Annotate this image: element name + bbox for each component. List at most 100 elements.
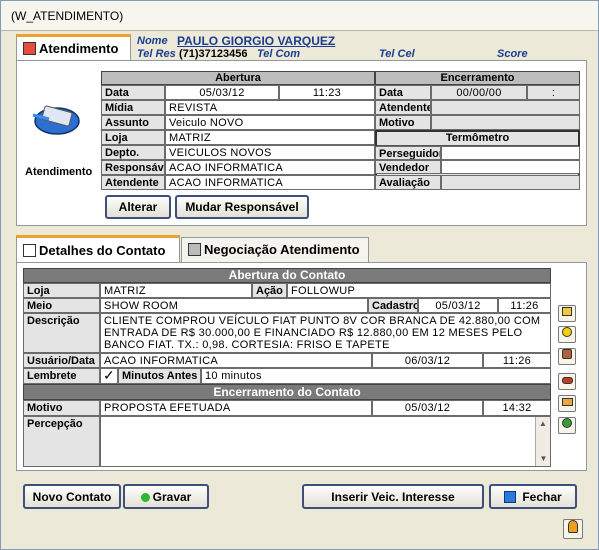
abertura-data-label: Data xyxy=(101,85,165,100)
tab-detalhes-contato[interactable]: Detalhes do Contato xyxy=(16,235,180,263)
negociacao-tab-icon xyxy=(188,243,201,256)
scroll-up-icon[interactable]: ▲ xyxy=(536,417,550,431)
loja-value: MATRIZ xyxy=(165,130,375,145)
avaliacao-label: Avaliação xyxy=(375,175,441,190)
telcel-label: Tel Cel xyxy=(379,48,415,60)
tab-negociacao-label: Negociação Atendimento xyxy=(204,242,360,257)
abertura-contato-header: Abertura do Contato xyxy=(23,268,551,283)
enc-atendente-label: Atendente xyxy=(375,100,431,115)
enc-hora-value: : xyxy=(527,85,580,100)
encerramento-contato-header: Encerramento do Contato xyxy=(23,384,551,400)
window: (W_ATENDIMENTO) Atendimento Nome PAULO G… xyxy=(0,0,599,550)
inserir-veiculo-button[interactable]: Inserir Veic. Interesse xyxy=(302,484,484,509)
percepcao-label: Percepção xyxy=(23,416,100,467)
assunto-label: Assunto xyxy=(101,115,165,130)
tab-atendimento-label: Atendimento xyxy=(39,41,119,56)
depto-label: Depto. xyxy=(101,145,165,160)
calendar-icon[interactable] xyxy=(558,305,576,322)
minutos-value[interactable]: 10 minutos xyxy=(201,368,551,384)
usuario-data: 06/03/12 xyxy=(372,353,483,368)
meio-value[interactable]: SHOW ROOM xyxy=(100,298,368,313)
depto-value: VEICULOS NOVOS xyxy=(165,145,375,160)
det-motivo-value[interactable]: PROPOSTA EFETUADA xyxy=(100,400,372,416)
midia-value: REVISTA xyxy=(165,100,375,115)
cadastro-data: 05/03/12 xyxy=(418,298,498,313)
enc-data-value: 00/00/00 xyxy=(431,85,527,100)
perseguidor-label: Perseguidor xyxy=(375,146,441,160)
det-motivo-hora: 14:32 xyxy=(483,400,551,416)
nome-value[interactable]: PAULO GIORGIO VARQUEZ xyxy=(177,34,335,48)
meio-label: Meio xyxy=(23,298,100,313)
usuario-label: Usuário/Data xyxy=(23,353,100,368)
descricao-line: CLIENTE COMPROU VEÍCULO FIAT PUNTO 8V CO… xyxy=(104,315,541,327)
atendimento-panel: Atendimento Abertura Data 05/03/12 11:23… xyxy=(16,60,587,226)
mudar-responsavel-button[interactable]: Mudar Responsável xyxy=(175,195,309,219)
gravar-icon xyxy=(140,493,150,502)
atendimento-device-icon xyxy=(27,99,83,139)
score-label: Score xyxy=(497,48,528,60)
encerramento-header: Encerramento xyxy=(375,71,580,85)
loja-label: Loja xyxy=(101,130,165,145)
folder-icon[interactable] xyxy=(558,395,576,412)
telres-label: Tel Res xyxy=(137,48,176,60)
minutos-label: Minutos Antes xyxy=(118,368,201,384)
usuario-value: ACAO INFORMATICA xyxy=(100,353,372,368)
abertura-header: Abertura xyxy=(101,71,375,85)
det-motivo-label: Motivo xyxy=(23,400,100,416)
bug-icon[interactable] xyxy=(558,417,576,434)
avaliacao-value xyxy=(441,175,580,190)
enc-motivo-label: Motivo xyxy=(375,115,431,130)
tab-atendimento[interactable]: Atendimento xyxy=(16,34,131,60)
tab-negociacao[interactable]: Negociação Atendimento xyxy=(181,237,369,262)
gravar-button[interactable]: Gravar xyxy=(123,484,209,509)
atendente-value: ACAO INFORMATICA xyxy=(165,175,375,190)
lembrete-label: Lembrete xyxy=(23,368,100,384)
tab-detalhes-label: Detalhes do Contato xyxy=(39,243,166,258)
alterar-button[interactable]: Alterar xyxy=(105,195,171,219)
car-icon[interactable] xyxy=(558,373,576,390)
telcom-label: Tel Com xyxy=(257,48,300,60)
det-loja-label: Loja xyxy=(23,283,100,298)
det-motivo-data: 05/03/12 xyxy=(372,400,483,416)
descricao-textarea[interactable]: CLIENTE COMPROU VEÍCULO FIAT PUNTO 8V CO… xyxy=(100,313,551,353)
percepcao-textarea[interactable] xyxy=(100,416,551,467)
responsavel-label: Responsável xyxy=(101,160,165,175)
vendedor-label: Vendedor xyxy=(375,160,441,174)
midia-label: Mídia xyxy=(101,100,165,115)
usuario-hora: 11:26 xyxy=(483,353,551,368)
det-loja-value[interactable]: MATRIZ xyxy=(100,283,252,298)
smiley-icon[interactable] xyxy=(558,326,576,343)
user-icon[interactable] xyxy=(563,519,583,539)
abertura-data-value: 05/03/12 xyxy=(165,85,279,100)
atendente-label: Atendente xyxy=(101,175,165,190)
vendedor-value xyxy=(441,160,580,174)
perseguidor-value xyxy=(441,146,580,160)
responsavel-value: ACAO INFORMATICA xyxy=(165,160,375,175)
termometro-header: Termômetro xyxy=(377,132,578,146)
window-title: (W_ATENDIMENTO) xyxy=(1,1,598,31)
close-icon xyxy=(504,491,517,503)
cadastro-label: Cadastro xyxy=(368,298,418,313)
cadastro-hora: 11:26 xyxy=(498,298,551,313)
fechar-button[interactable]: Fechar xyxy=(489,484,577,509)
percepcao-scrollbar[interactable]: ▲ ▼ xyxy=(535,417,550,466)
novo-contato-button[interactable]: Novo Contato xyxy=(23,484,121,509)
fechar-label: Fechar xyxy=(522,490,562,504)
atendimento-tab-icon xyxy=(23,42,36,55)
enc-atendente-value xyxy=(431,100,580,115)
gravar-label: Gravar xyxy=(152,490,192,504)
atendimento-caption: Atendimento xyxy=(25,166,93,178)
detalhes-tab-icon xyxy=(23,244,36,257)
acao-label: Ação xyxy=(252,283,287,298)
detalhes-panel: Abertura do Contato Loja MATRIZ Ação FOL… xyxy=(16,262,587,471)
assunto-value: Veiculo NOVO xyxy=(165,115,375,130)
enc-motivo-value xyxy=(431,115,580,130)
descricao-label: Descrição xyxy=(23,313,100,353)
acao-value[interactable]: FOLLOWUP xyxy=(287,283,551,298)
descricao-line: ENTRADA DE R$ 30.000,00 E FINANCIADO R$ … xyxy=(104,327,523,339)
telres-value: (71)37123456 xyxy=(179,48,248,60)
scroll-down-icon[interactable]: ▼ xyxy=(536,452,551,466)
lembrete-checkbox[interactable]: ✓ xyxy=(100,368,118,384)
phone-icon[interactable] xyxy=(558,348,576,365)
nome-label: Nome xyxy=(137,35,168,47)
